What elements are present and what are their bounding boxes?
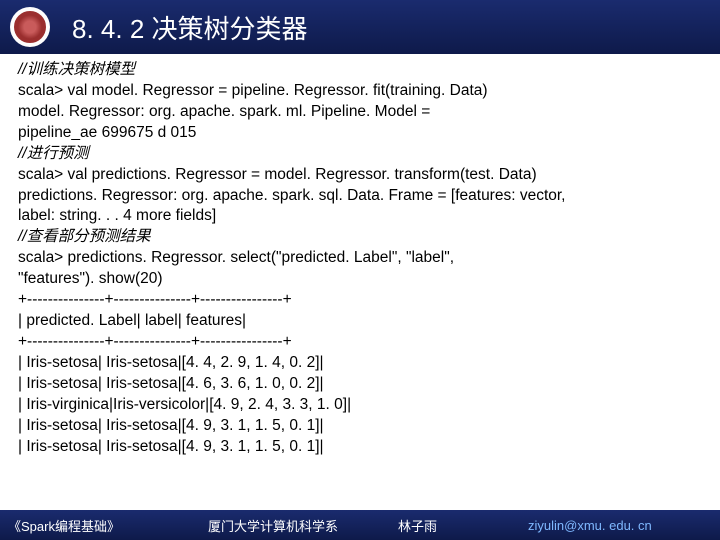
table-row: | Iris-setosa| Iris-setosa|[4. 9, 3. 1, … xyxy=(18,437,702,458)
table-header-row: | predicted. Label| label| features| xyxy=(18,311,702,332)
slide-header: 8. 4. 2 决策树分类器 xyxy=(0,0,720,54)
code-line: "features"). show(20) xyxy=(18,269,702,290)
comment-predict: //进行预测 xyxy=(18,144,702,165)
footer-department: 厦门大学计算机科学系 xyxy=(208,516,398,535)
code-line: scala> val predictions. Regressor = mode… xyxy=(18,165,702,186)
slide-content: //训练决策树模型 scala> val model. Regressor = … xyxy=(0,54,720,510)
code-line: scala> val model. Regressor = pipeline. … xyxy=(18,81,702,102)
footer-author: 林子雨 xyxy=(398,516,528,535)
code-line: model. Regressor: org. apache. spark. ml… xyxy=(18,102,702,123)
comment-train: //训练决策树模型 xyxy=(18,60,702,81)
code-line: scala> predictions. Regressor. select("p… xyxy=(18,248,702,269)
table-divider: +---------------+---------------+-------… xyxy=(18,290,702,311)
table-row: | Iris-setosa| Iris-setosa|[4. 6, 3. 6, … xyxy=(18,374,702,395)
table-row: | Iris-setosa| Iris-setosa|[4. 9, 3. 1, … xyxy=(18,416,702,437)
table-divider: +---------------+---------------+-------… xyxy=(18,332,702,353)
slide-footer: 《Spark编程基础》 厦门大学计算机科学系 林子雨 ziyulin@xmu. … xyxy=(0,510,720,540)
university-logo xyxy=(10,7,50,47)
code-line: predictions. Regressor: org. apache. spa… xyxy=(18,186,702,207)
slide-title: 8. 4. 2 决策树分类器 xyxy=(72,9,308,46)
code-line: pipeline_ae 699675 d 015 xyxy=(18,123,702,144)
code-line: label: string. . . 4 more fields] xyxy=(18,206,702,227)
footer-email: ziyulin@xmu. edu. cn xyxy=(528,518,652,533)
table-row: | Iris-virginica|Iris-versicolor|[4. 9, … xyxy=(18,395,702,416)
logo-seal xyxy=(14,11,46,43)
table-row: | Iris-setosa| Iris-setosa|[4. 4, 2. 9, … xyxy=(18,353,702,374)
comment-view-results: //查看部分预测结果 xyxy=(18,227,702,248)
footer-book-title: 《Spark编程基础》 xyxy=(8,516,208,535)
